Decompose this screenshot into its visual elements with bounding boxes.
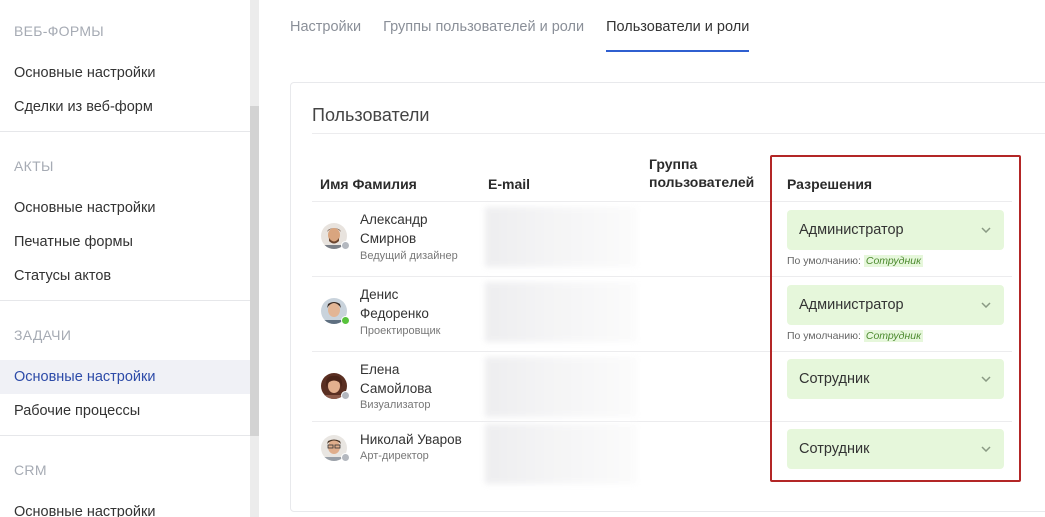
- permission-select[interactable]: Сотрудник: [787, 429, 1004, 469]
- chevron-down-icon: [980, 359, 992, 399]
- column-header-permissions: Разрешения: [787, 176, 873, 192]
- main-content: Настройки Группы пользователей и роли По…: [265, 0, 1045, 517]
- permission-select[interactable]: Сотрудник: [787, 359, 1004, 399]
- tab-user-groups-roles[interactable]: Группы пользователей и роли: [383, 19, 584, 51]
- tab-bar: Настройки Группы пользователей и роли По…: [290, 19, 771, 52]
- sidebar-divider: [0, 300, 250, 301]
- avatar: [321, 373, 350, 400]
- user-name: Александр Смирнов: [360, 212, 428, 246]
- default-permission-note: По умолчанию: Сотрудник: [787, 255, 924, 267]
- sidebar-divider: [0, 435, 250, 436]
- scrollbar-thumb[interactable]: [250, 106, 259, 436]
- column-header-name: Имя Фамилия: [320, 176, 417, 192]
- avatar: [321, 298, 350, 325]
- status-offline-icon: [341, 453, 350, 462]
- user-name: Николай Уваров: [360, 432, 462, 447]
- user-role: Проектировщик: [360, 325, 441, 337]
- sidebar-item-crm-settings[interactable]: Основные настройки: [0, 495, 250, 517]
- user-role: Визуализатор: [360, 399, 431, 411]
- email-blurred: [485, 357, 637, 417]
- tab-users-roles[interactable]: Пользователи и роли: [606, 19, 750, 52]
- sidebar-item-workflows[interactable]: Рабочие процессы: [0, 394, 250, 428]
- sidebar-scrollbar[interactable]: [250, 0, 259, 517]
- card-title: Пользователи: [312, 105, 430, 125]
- chevron-down-icon: [980, 429, 992, 469]
- status-offline-icon: [341, 391, 350, 400]
- sidebar-item-print-forms[interactable]: Печатные формы: [0, 225, 250, 259]
- default-permission-note: По умолчанию: Сотрудник: [787, 330, 924, 342]
- sidebar-divider: [0, 131, 250, 132]
- permission-select[interactable]: Администратор: [787, 285, 1004, 325]
- email-blurred: [485, 424, 637, 484]
- user-role: Арт-директор: [360, 450, 429, 462]
- sidebar-item-acts-settings[interactable]: Основные настройки: [0, 191, 250, 225]
- sidebar-item-webforms-settings[interactable]: Основные настройки: [0, 56, 250, 90]
- sidebar: ВЕБ-ФОРМЫ Основные настройки Сделки из в…: [0, 0, 250, 517]
- email-blurred: [485, 282, 637, 342]
- email-blurred: [485, 207, 637, 267]
- status-offline-icon: [341, 241, 350, 250]
- column-header-email: E-mail: [488, 176, 531, 192]
- sidebar-section-title: АКТЫ: [14, 158, 54, 174]
- status-online-icon: [341, 316, 350, 325]
- column-header-group: Группа пользователей: [649, 156, 755, 190]
- permission-select[interactable]: Администратор: [787, 210, 1004, 250]
- avatar: [321, 435, 350, 462]
- user-role: Ведущий дизайнер: [360, 250, 458, 262]
- users-card: Пользователи Имя Фамилия E-mail Группа п…: [290, 82, 1045, 512]
- sidebar-section-title: ВЕБ-ФОРМЫ: [14, 23, 104, 39]
- sidebar-section-title: ЗАДАЧИ: [14, 327, 72, 343]
- sidebar-item-webform-deals[interactable]: Сделки из веб-форм: [0, 90, 250, 124]
- user-name: Денис Федоренко: [360, 287, 429, 321]
- sidebar-item-tasks-settings[interactable]: Основные настройки: [0, 360, 250, 394]
- sidebar-item-act-statuses[interactable]: Статусы актов: [0, 259, 250, 293]
- user-name: Елена Самойлова: [360, 362, 432, 396]
- chevron-down-icon: [980, 285, 992, 325]
- chevron-down-icon: [980, 210, 992, 250]
- sidebar-section-title: CRM: [14, 462, 47, 478]
- avatar: [321, 223, 350, 250]
- tab-settings[interactable]: Настройки: [290, 19, 361, 51]
